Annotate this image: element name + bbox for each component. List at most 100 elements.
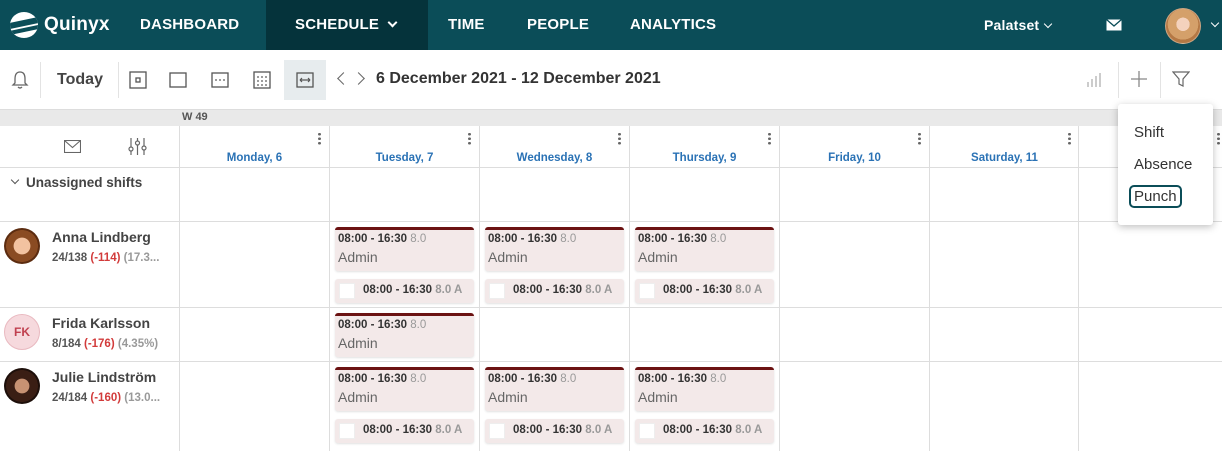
menu-item-absence[interactable]: Absence [1134,156,1192,173]
user-avatar[interactable] [1165,8,1201,44]
kebab-menu-icon[interactable] [768,132,771,145]
schedule-cell[interactable]: 08:00 - 16:30 8.0 Admin 08:00 - 16:30 8.0… [629,362,779,451]
day-header-wednesday[interactable]: Wednesday, 8 [479,126,629,168]
menu-item-shift[interactable]: Shift [1134,124,1164,141]
day-header-tuesday[interactable]: Tuesday, 7 [329,126,479,168]
filter-icon[interactable] [1172,70,1190,88]
shift-time-range: 08:00 - 16:30 [338,319,408,331]
punch-checkbox[interactable] [639,283,655,299]
schedule-cell[interactable]: 08:00 - 16:30 8.0 Admin [329,308,479,361]
schedule-cell[interactable]: 08:00 - 16:30 8.0 Admin 08:00 - 16:30 8.0… [629,222,779,307]
chevron-down-icon[interactable] [1210,18,1220,28]
shift-card[interactable]: 08:00 - 16:30 8.0 Admin [335,367,474,411]
schedule-cell[interactable]: 08:00 - 16:30 8.0 Admin 08:00 - 16:30 8.0… [329,362,479,451]
schedule-cell[interactable] [929,308,1079,361]
notifications-button[interactable] [6,60,34,100]
schedule-cell[interactable]: 08:00 - 16:30 8.0 Admin 08:00 - 16:30 8.0… [479,222,629,307]
shift-card[interactable]: 08:00 - 16:30 8.0 Admin [485,227,624,271]
punch-card[interactable]: 08:00 - 16:30 8.0 A [335,279,474,303]
punch-card[interactable]: 08:00 - 16:30 8.0 A [635,419,774,443]
shift-card[interactable]: 08:00 - 16:30 8.0 Admin [335,313,474,357]
punch-checkbox[interactable] [339,283,355,299]
schedule-cell[interactable] [929,168,1079,221]
kebab-menu-icon[interactable] [468,132,471,145]
nav-people[interactable]: PEOPLE [527,0,589,50]
schedule-cell[interactable] [929,362,1079,451]
schedule-cell[interactable]: 08:00 - 16:30 8.0 Admin 08:00 - 16:30 8.0… [329,222,479,307]
schedule-cell[interactable] [779,362,929,451]
menu-item-punch[interactable]: Punch [1129,185,1182,208]
schedule-cell[interactable] [779,308,929,361]
schedule-cell[interactable] [479,308,629,361]
message-icon[interactable] [64,140,81,153]
schedule-cell[interactable] [479,168,629,221]
day-view-button[interactable] [124,60,152,100]
punch-card[interactable]: 08:00 - 16:30 8.0 A [635,279,774,303]
mail-icon[interactable] [1106,19,1122,31]
quinyx-logo[interactable]: Quinyx [10,12,110,38]
schedule-cell[interactable] [1078,308,1222,361]
shift-time: 08:00 - 16:30 8.0 [338,319,426,331]
week-view-button[interactable] [164,60,192,100]
schedule-cell[interactable] [629,168,779,221]
punch-checkbox[interactable] [489,283,505,299]
hours-percentage: (17.3... [123,252,160,264]
punch-checkbox[interactable] [339,423,355,439]
kebab-menu-icon[interactable] [1217,132,1220,145]
employee-hours-stats: 24/184 (-160) (13.0... [52,392,160,404]
shift-role: Admin [338,249,378,265]
add-icon[interactable] [1129,69,1149,89]
day-header-friday[interactable]: Friday, 10 [779,126,929,168]
schedule-cell[interactable] [179,168,329,221]
schedule-cell[interactable]: 08:00 - 16:30 8.0 Admin 08:00 - 16:30 8.0… [479,362,629,451]
schedule-cell[interactable] [1078,362,1222,451]
chevron-down-icon[interactable] [10,175,20,185]
shift-card[interactable]: 08:00 - 16:30 8.0 Admin [335,227,474,271]
nav-analytics[interactable]: ANALYTICS [630,0,716,50]
shift-hours: 8.0 [410,319,427,331]
month-view-button[interactable] [248,60,276,100]
unassigned-shifts-label[interactable]: Unassigned shifts [26,175,142,190]
nav-schedule[interactable]: SCHEDULE [266,0,428,50]
nav-time[interactable]: TIME [448,0,485,50]
day-header-monday[interactable]: Monday, 6 [179,126,329,168]
two-week-view-button[interactable] [206,60,234,100]
punch-checkbox[interactable] [489,423,505,439]
schedule-cell[interactable] [179,362,329,451]
shift-card[interactable]: 08:00 - 16:30 8.0 Admin [485,367,624,411]
nav-dashboard[interactable]: DASHBOARD [140,0,239,50]
schedule-cell[interactable] [629,308,779,361]
employee-name[interactable]: Julie Lindström [52,369,156,385]
punch-card[interactable]: 08:00 - 16:30 8.0 A [335,419,474,443]
schedule-cell[interactable] [779,168,929,221]
schedule-cell[interactable] [1078,222,1222,307]
employee-avatar[interactable] [4,228,40,264]
punch-checkbox[interactable] [639,423,655,439]
day-header-thursday[interactable]: Thursday, 9 [629,126,779,168]
schedule-cell[interactable] [179,222,329,307]
shift-card[interactable]: 08:00 - 16:30 8.0 Admin [635,367,774,411]
schedule-cell[interactable] [779,222,929,307]
bar-chart-icon[interactable] [1086,70,1104,88]
unit-selector[interactable]: Palatset [984,0,1053,50]
custom-period-view-button[interactable] [284,60,326,100]
schedule-cell[interactable] [929,222,1079,307]
employee-initials-avatar[interactable]: FK [4,314,40,350]
kebab-menu-icon[interactable] [318,132,321,145]
kebab-menu-icon[interactable] [1068,132,1071,145]
employee-name[interactable]: Frida Karlsson [52,315,150,331]
employee-avatar[interactable] [4,368,40,404]
schedule-cell[interactable] [329,168,479,221]
employee-name[interactable]: Anna Lindberg [52,229,151,245]
sliders-icon[interactable] [128,137,147,156]
punch-time: 08:00 - 16:30 8.0 A [513,424,612,436]
shift-card[interactable]: 08:00 - 16:30 8.0 Admin [635,227,774,271]
schedule-cell[interactable] [179,308,329,361]
punch-card[interactable]: 08:00 - 16:30 8.0 A [485,419,624,443]
day-header-saturday[interactable]: Saturday, 11 [929,126,1079,168]
punch-hours: 8.0 A [435,284,463,296]
punch-card[interactable]: 08:00 - 16:30 8.0 A [485,279,624,303]
kebab-menu-icon[interactable] [618,132,621,145]
today-button[interactable]: Today [50,60,110,100]
kebab-menu-icon[interactable] [918,132,921,145]
